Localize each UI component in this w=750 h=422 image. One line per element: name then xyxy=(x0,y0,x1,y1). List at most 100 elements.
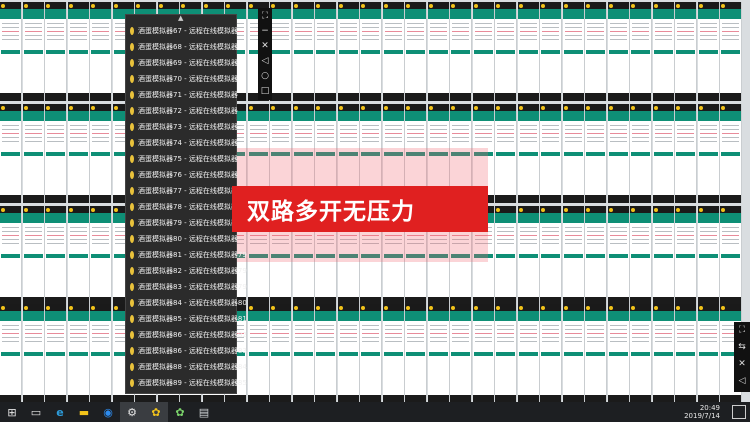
emulator-action-button[interactable] xyxy=(698,352,718,356)
emulator-action-button[interactable] xyxy=(631,152,650,156)
emulator-action-button[interactable] xyxy=(676,50,695,54)
emulator-action-button[interactable] xyxy=(271,352,290,356)
emulator-action-button[interactable] xyxy=(518,352,538,356)
emulator-action-button[interactable] xyxy=(23,152,43,156)
emulator-action-button[interactable] xyxy=(383,50,403,54)
emulator-action-button[interactable] xyxy=(68,352,88,356)
emulator-window[interactable] xyxy=(540,2,562,101)
emulator-window[interactable] xyxy=(675,206,697,305)
emulator-action-button[interactable] xyxy=(698,152,718,156)
emulator-action-button[interactable] xyxy=(473,352,493,356)
emulator-action-button[interactable] xyxy=(451,50,470,54)
emulator-action-button[interactable] xyxy=(676,254,695,258)
emulator-window[interactable] xyxy=(652,104,675,203)
emulator-action-button[interactable] xyxy=(608,352,628,356)
emulator-action-button[interactable] xyxy=(496,254,515,258)
emulator-action-button[interactable] xyxy=(541,152,560,156)
back-icon[interactable]: ◁ xyxy=(739,377,746,386)
emulator-window[interactable] xyxy=(67,304,90,403)
emulator-action-button[interactable] xyxy=(46,50,65,54)
emulator-action-button[interactable] xyxy=(563,254,583,258)
thumbnail-list-item[interactable]: 酒蛋模拟器76 - 远程在线模拟器 xyxy=(126,167,238,183)
emulator-window[interactable] xyxy=(585,304,607,403)
emulator-window[interactable] xyxy=(67,2,90,101)
thumbnail-list-item[interactable]: 酒蛋模拟器88 - 远程在线模拟器84 xyxy=(126,359,247,375)
emulator-action-button[interactable] xyxy=(316,50,335,54)
emulator-window[interactable] xyxy=(382,304,405,403)
emulator-window[interactable] xyxy=(450,2,472,101)
emulator-window[interactable] xyxy=(652,2,675,101)
emulator-window[interactable] xyxy=(630,2,652,101)
emulator-action-button[interactable] xyxy=(361,352,380,356)
notification-icon[interactable] xyxy=(732,405,746,419)
emulator-window[interactable] xyxy=(720,104,742,203)
thumbnail-list-item[interactable]: 酒蛋模拟器78 - 远程在线模拟器 xyxy=(126,199,238,215)
thumbnail-list-item[interactable]: 酒蛋模拟器72 - 远程在线模拟器 xyxy=(126,103,238,119)
emulator-action-button[interactable] xyxy=(518,152,538,156)
emulator-window[interactable] xyxy=(90,304,112,403)
emulator-action-button[interactable] xyxy=(338,352,358,356)
emulator-action-button[interactable] xyxy=(608,50,628,54)
emulator-window[interactable] xyxy=(517,2,540,101)
emulator-action-button[interactable] xyxy=(541,254,560,258)
emulator-action-button[interactable] xyxy=(586,254,605,258)
emulator-window[interactable] xyxy=(67,206,90,305)
emulator-window[interactable] xyxy=(540,104,562,203)
emulator-action-button[interactable] xyxy=(23,50,43,54)
app-icon[interactable]: ✿ xyxy=(168,402,192,422)
emulator-window[interactable] xyxy=(495,104,517,203)
emulator-window[interactable] xyxy=(562,2,585,101)
emulator-window[interactable] xyxy=(607,2,630,101)
emulator-action-button[interactable] xyxy=(68,152,88,156)
emulator-action-button[interactable] xyxy=(428,50,448,54)
emulator-action-button[interactable] xyxy=(473,50,493,54)
emulator-action-button[interactable] xyxy=(541,352,560,356)
close-icon[interactable]: ✕ xyxy=(738,360,746,369)
emulator-action-button[interactable] xyxy=(46,254,65,258)
emulator-window[interactable] xyxy=(607,104,630,203)
thumbnail-list-item[interactable]: 酒蛋模拟器69 - 远程在线模拟器 xyxy=(126,55,238,71)
emulator-window[interactable] xyxy=(495,304,517,403)
emulator-window[interactable] xyxy=(22,304,45,403)
emulator-action-button[interactable] xyxy=(631,352,650,356)
emulator-action-button[interactable] xyxy=(586,50,605,54)
emulator-window[interactable] xyxy=(697,206,720,305)
emulator-action-button[interactable] xyxy=(676,152,695,156)
emulator-action-button[interactable] xyxy=(541,50,560,54)
emulator-window[interactable] xyxy=(472,304,495,403)
close-icon[interactable]: ✕ xyxy=(261,42,269,51)
emulator-window[interactable] xyxy=(427,304,450,403)
thumbnail-list-item[interactable]: 酒蛋模拟器75 - 远程在线模拟器 xyxy=(126,151,238,167)
emulator-window[interactable] xyxy=(382,2,405,101)
emulator-action-button[interactable] xyxy=(721,152,740,156)
emulator-action-button[interactable] xyxy=(293,352,313,356)
emulator-window[interactable] xyxy=(405,2,427,101)
emulator-window[interactable] xyxy=(675,2,697,101)
emulator-action-button[interactable] xyxy=(383,352,403,356)
teamviewer-icon[interactable]: ◉ xyxy=(96,402,120,422)
emulator-action-button[interactable] xyxy=(361,50,380,54)
emulator-action-button[interactable] xyxy=(91,152,110,156)
thumbnail-list-item[interactable]: 酒蛋模拟器86 - 远程在线模拟器82 xyxy=(126,327,247,343)
emulator-window[interactable] xyxy=(360,2,382,101)
thumbnail-list-item[interactable]: 酒蛋模拟器84 - 远程在线模拟器80 xyxy=(126,295,247,311)
fullscreen-icon[interactable]: ⛶ xyxy=(739,326,745,335)
emulator-window[interactable] xyxy=(45,206,67,305)
emulator-window[interactable] xyxy=(45,104,67,203)
emulator-action-button[interactable] xyxy=(46,152,65,156)
emulator-window[interactable] xyxy=(450,304,472,403)
emulator-action-button[interactable] xyxy=(496,152,515,156)
emulator-window[interactable] xyxy=(585,2,607,101)
emulator-action-button[interactable] xyxy=(653,50,673,54)
emulator-window[interactable] xyxy=(22,2,45,101)
emulator-window[interactable] xyxy=(495,2,517,101)
explorer-icon[interactable]: ▬ xyxy=(72,402,96,422)
thumbnail-list-item[interactable]: 酒蛋模拟器81 - 远程在线模拟器79 xyxy=(126,247,247,263)
emulator-window[interactable] xyxy=(630,206,652,305)
emulator-window[interactable] xyxy=(697,2,720,101)
emulator-window[interactable] xyxy=(0,104,22,203)
folder-icon[interactable]: ▤ xyxy=(192,402,216,422)
emulator-window[interactable] xyxy=(337,2,360,101)
thumbnail-list-item[interactable]: 酒蛋模拟器77 - 远程在线模拟器 xyxy=(126,183,238,199)
thumbnail-list-item[interactable]: 酒蛋模拟器85 - 远程在线模拟器81 xyxy=(126,311,247,327)
